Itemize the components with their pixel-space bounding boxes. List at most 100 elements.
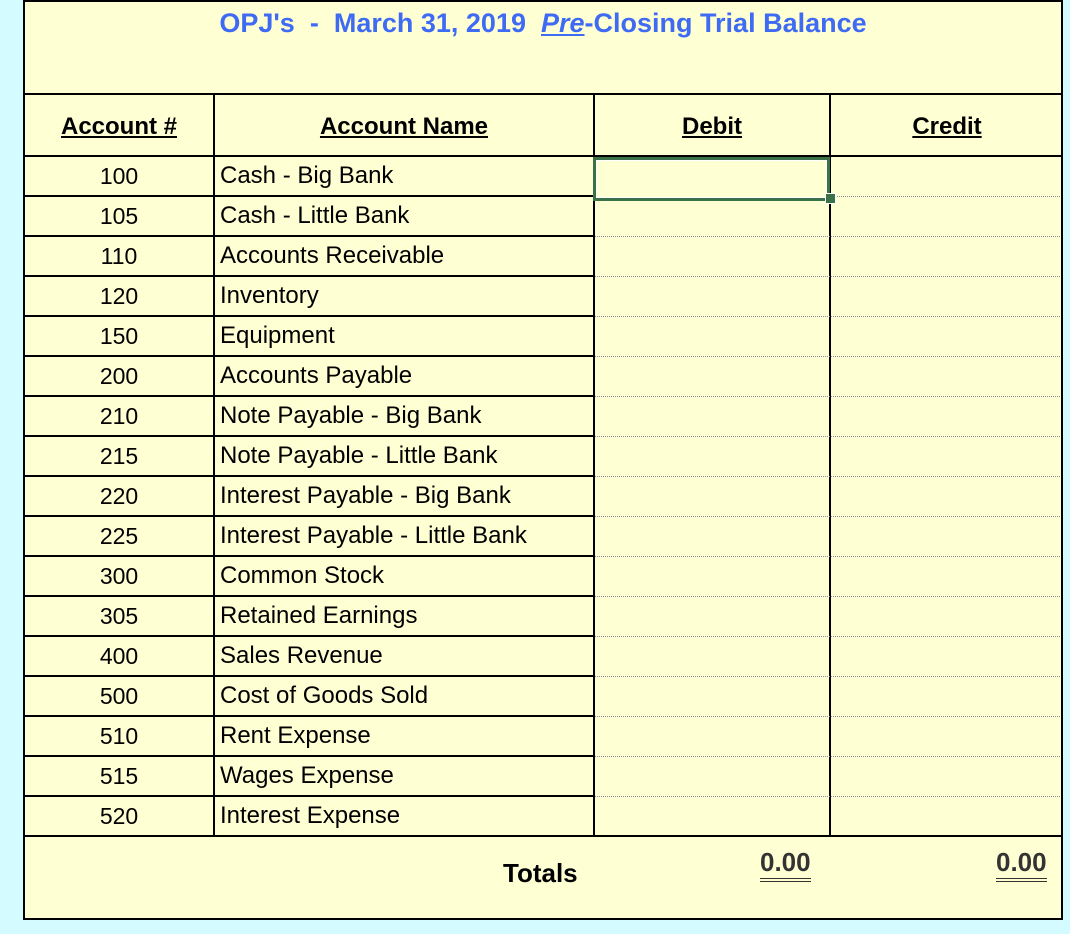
account-name[interactable]: Note Payable - Little Bank <box>220 442 498 470</box>
debit-cell[interactable] <box>595 717 829 755</box>
account-number[interactable]: 305 <box>25 603 213 630</box>
account-name[interactable]: Accounts Payable <box>220 362 412 390</box>
credit-cell[interactable] <box>831 677 1063 715</box>
account-number[interactable]: 510 <box>25 723 213 750</box>
account-name[interactable]: Note Payable - Big Bank <box>220 402 481 430</box>
total-debit[interactable]: 0.00 <box>760 847 811 882</box>
account-number[interactable]: 400 <box>25 643 213 670</box>
account-name[interactable]: Interest Payable - Big Bank <box>220 482 511 510</box>
credit-cell[interactable] <box>831 517 1063 555</box>
debit-cell[interactable] <box>595 517 829 555</box>
account-number[interactable]: 150 <box>25 323 213 350</box>
table-bottom-line <box>25 835 1061 837</box>
divider-acct <box>213 93 215 837</box>
account-number[interactable]: 100 <box>25 163 213 190</box>
account-name[interactable]: Rent Expense <box>220 722 371 750</box>
debit-cell[interactable] <box>595 677 829 715</box>
row-line <box>25 435 595 437</box>
total-credit[interactable]: 0.00 <box>996 847 1047 882</box>
credit-cell[interactable] <box>831 277 1063 315</box>
row-line <box>25 795 595 797</box>
debit-cell[interactable] <box>595 357 829 395</box>
row-line <box>25 235 595 237</box>
account-number[interactable]: 105 <box>25 203 213 230</box>
credit-cell[interactable] <box>831 597 1063 635</box>
credit-cell[interactable] <box>831 237 1063 275</box>
row-line <box>25 635 595 637</box>
header-credit: Credit <box>912 113 982 140</box>
credit-cell[interactable] <box>831 717 1063 755</box>
row-line <box>25 675 595 677</box>
account-number[interactable]: 515 <box>25 763 213 790</box>
account-name[interactable]: Equipment <box>220 322 335 350</box>
row-line <box>25 395 595 397</box>
account-number[interactable]: 500 <box>25 683 213 710</box>
account-name[interactable]: Cash - Little Bank <box>220 202 409 230</box>
row-line <box>25 715 595 717</box>
account-number[interactable]: 520 <box>25 803 213 830</box>
account-name[interactable]: Cost of Goods Sold <box>220 682 428 710</box>
account-name[interactable]: Sales Revenue <box>220 642 383 670</box>
header-debit: Debit <box>682 113 742 140</box>
account-number[interactable]: 210 <box>25 403 213 430</box>
debit-cell[interactable] <box>595 477 829 515</box>
credit-cell[interactable] <box>831 317 1063 355</box>
debit-cell[interactable] <box>595 277 829 315</box>
debit-cell[interactable] <box>595 437 829 475</box>
row-line <box>25 315 595 317</box>
debit-cell[interactable] <box>595 757 829 795</box>
title-separator: - <box>309 8 319 38</box>
account-name[interactable]: Retained Earnings <box>220 602 417 630</box>
credit-cell[interactable] <box>831 757 1063 795</box>
account-name[interactable]: Interest Expense <box>220 802 400 830</box>
account-number[interactable]: 110 <box>25 243 213 270</box>
account-name[interactable]: Cash - Big Bank <box>220 162 393 190</box>
account-number[interactable]: 300 <box>25 563 213 590</box>
credit-cell[interactable] <box>831 637 1063 675</box>
credit-cell[interactable] <box>831 437 1063 475</box>
credit-cell[interactable] <box>831 157 1063 195</box>
row-line <box>25 355 595 357</box>
account-number[interactable]: 200 <box>25 363 213 390</box>
credit-cell[interactable] <box>831 357 1063 395</box>
debit-cell[interactable] <box>595 597 829 635</box>
debit-cell[interactable] <box>595 797 829 835</box>
fill-handle[interactable] <box>825 193 836 204</box>
account-number[interactable]: 225 <box>25 523 213 550</box>
row-dotted-line <box>831 196 1061 197</box>
header-top-line <box>25 93 1061 95</box>
account-number[interactable]: 220 <box>25 483 213 510</box>
selected-cell-debit-100[interactable] <box>593 157 830 201</box>
page-title: OPJ's - March 31, 2019 Pre-Closing Trial… <box>25 8 1061 39</box>
debit-cell[interactable] <box>595 197 829 235</box>
totals-label: Totals <box>503 858 578 888</box>
account-name[interactable]: Accounts Receivable <box>220 242 444 270</box>
row-line <box>25 195 595 197</box>
debit-cell[interactable] <box>595 557 829 595</box>
account-name[interactable]: Wages Expense <box>220 762 394 790</box>
row-line <box>25 755 595 757</box>
credit-cell[interactable] <box>831 797 1063 835</box>
title-company: OPJ's <box>219 8 295 38</box>
title-date: March 31, 2019 <box>333 8 526 38</box>
account-number[interactable]: 120 <box>25 283 213 310</box>
account-name[interactable]: Common Stock <box>220 562 384 590</box>
row-line <box>25 275 595 277</box>
title-pre: Pre <box>541 8 585 38</box>
credit-cell[interactable] <box>831 397 1063 435</box>
header-account-name: Account Name <box>319 113 489 140</box>
account-number[interactable]: 215 <box>25 443 213 470</box>
trial-balance-sheet: OPJ's - March 31, 2019 Pre-Closing Trial… <box>23 0 1063 920</box>
account-name[interactable]: Interest Payable - Little Bank <box>220 522 527 550</box>
credit-cell[interactable] <box>831 477 1063 515</box>
row-line <box>25 555 595 557</box>
debit-cell[interactable] <box>595 237 829 275</box>
debit-cell[interactable] <box>595 317 829 355</box>
account-name[interactable]: Inventory <box>220 282 319 310</box>
row-line <box>25 595 595 597</box>
title-suffix: -Closing Trial Balance <box>584 8 867 38</box>
credit-cell[interactable] <box>831 197 1063 235</box>
debit-cell[interactable] <box>595 637 829 675</box>
debit-cell[interactable] <box>595 397 829 435</box>
credit-cell[interactable] <box>831 557 1063 595</box>
